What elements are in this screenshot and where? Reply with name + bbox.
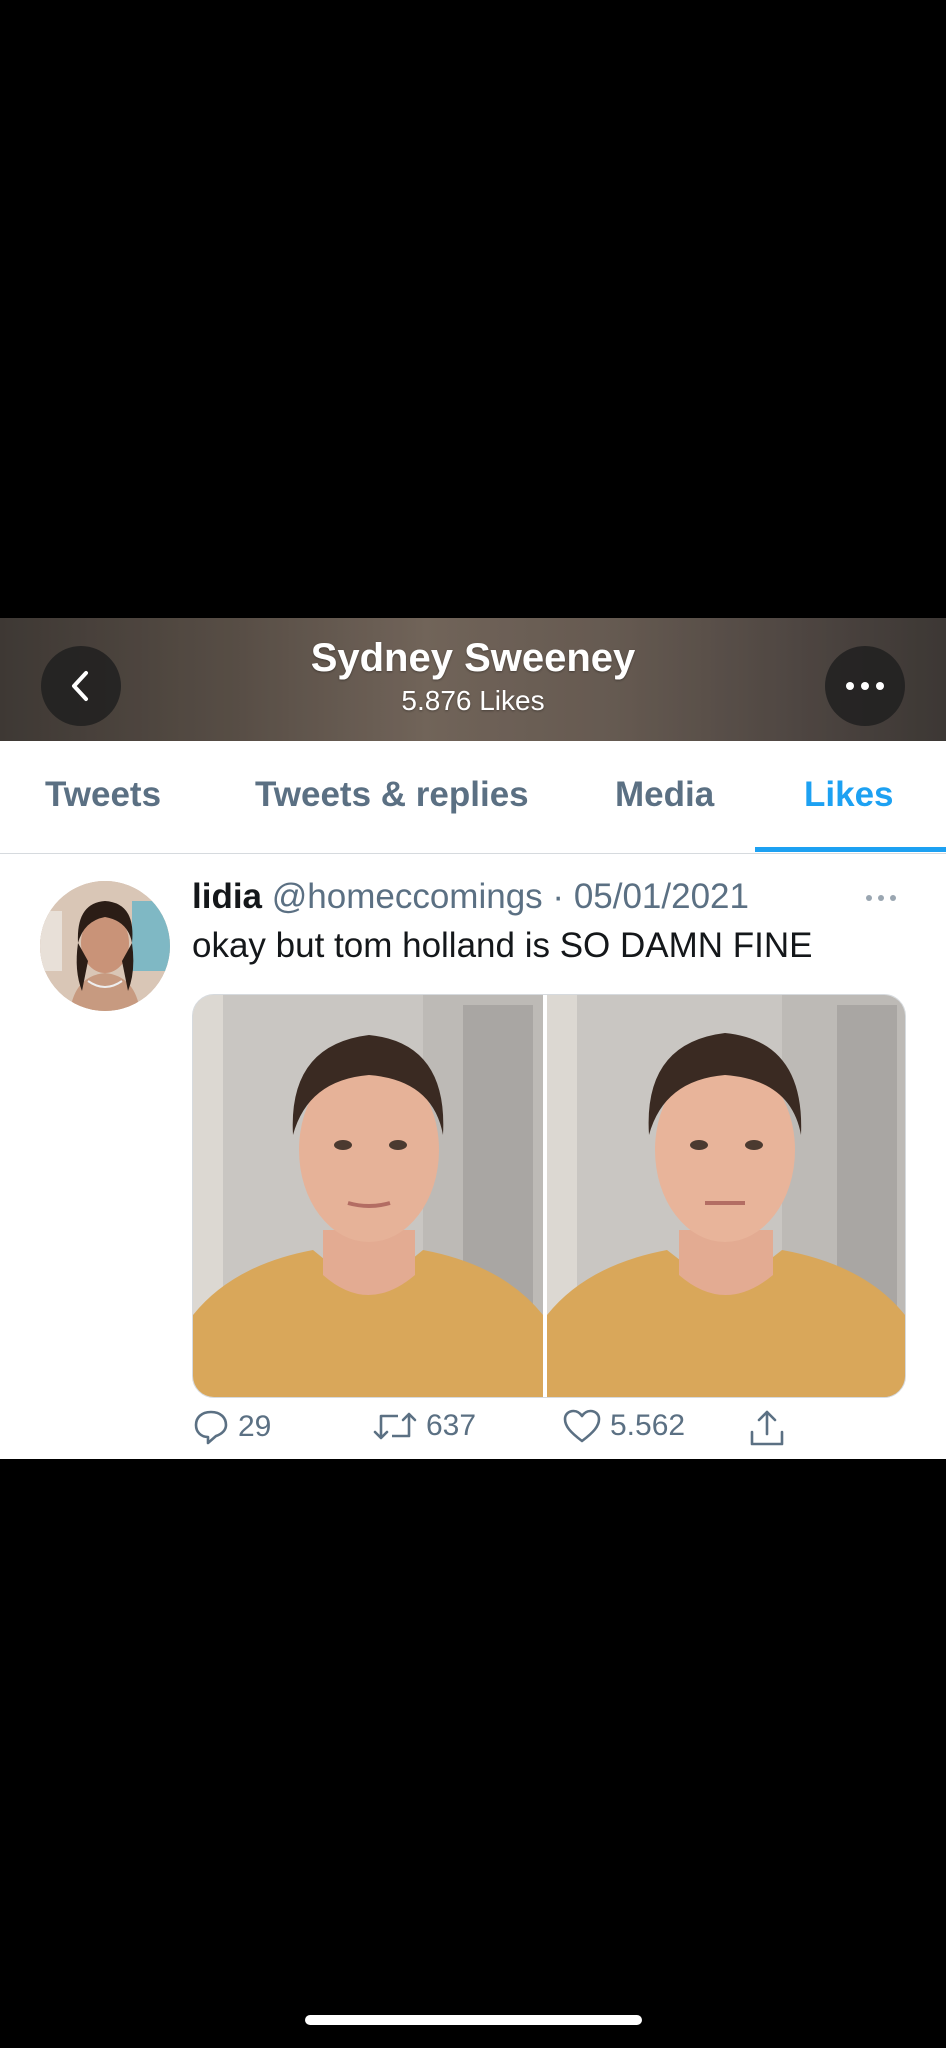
more-horizontal-icon [846, 682, 884, 690]
tweet-photo-2[interactable] [547, 995, 905, 1397]
home-indicator[interactable] [305, 2015, 642, 2025]
tweet-actions: 29 637 5.562 [192, 1408, 812, 1458]
tweet-photo-1[interactable] [193, 995, 543, 1397]
phone-screen: Sydney Sweeney 5.876 Likes Tweets Tweets… [0, 0, 946, 2048]
timeline-panel: Tweets Tweets & replies Media Likes lidi… [0, 741, 946, 1459]
author-handle[interactable]: @homeccomings [272, 877, 543, 916]
retweet-icon [373, 1412, 417, 1440]
avatar-image [40, 881, 170, 1011]
tweet-text: okay but tom holland is SO DAMN FINE [192, 926, 813, 965]
share-icon [750, 1410, 784, 1446]
tweet-date[interactable]: 05/01/2021 [574, 877, 749, 916]
profile-tabs: Tweets Tweets & replies Media Likes [0, 741, 946, 854]
like-button[interactable]: 5.562 [562, 1408, 685, 1444]
tab-tweets-replies[interactable]: Tweets & replies [255, 775, 529, 815]
reply-icon [194, 1410, 228, 1445]
likes-count: 5.876 Likes [401, 685, 545, 716]
avatar[interactable] [40, 881, 170, 1011]
author-name[interactable]: lidia [192, 877, 262, 916]
portrait-image [547, 995, 905, 1397]
tweet-header: lidia @homeccomings · 05/01/2021 [192, 877, 749, 917]
reply-button[interactable]: 29 [192, 1408, 271, 1446]
like-count: 5.562 [610, 1409, 686, 1442]
tweet-media [192, 994, 906, 1398]
heart-icon [563, 1409, 601, 1443]
profile-name: Sydney Sweeney [310, 636, 636, 680]
profile-header: Sydney Sweeney 5.876 Likes [0, 618, 946, 741]
active-tab-indicator [755, 847, 946, 852]
retweet-button[interactable]: 637 [372, 1408, 476, 1444]
meta-separator: · [552, 877, 565, 916]
tab-tweets[interactable]: Tweets [45, 775, 161, 815]
reply-count: 29 [238, 1410, 272, 1443]
retweet-count: 637 [426, 1409, 477, 1442]
more-button[interactable] [825, 646, 905, 726]
tab-likes[interactable]: Likes [804, 775, 894, 815]
share-button[interactable] [747, 1408, 787, 1448]
tab-media[interactable]: Media [615, 775, 714, 815]
portrait-image [193, 995, 543, 1397]
tweet-more-icon[interactable] [866, 895, 896, 901]
